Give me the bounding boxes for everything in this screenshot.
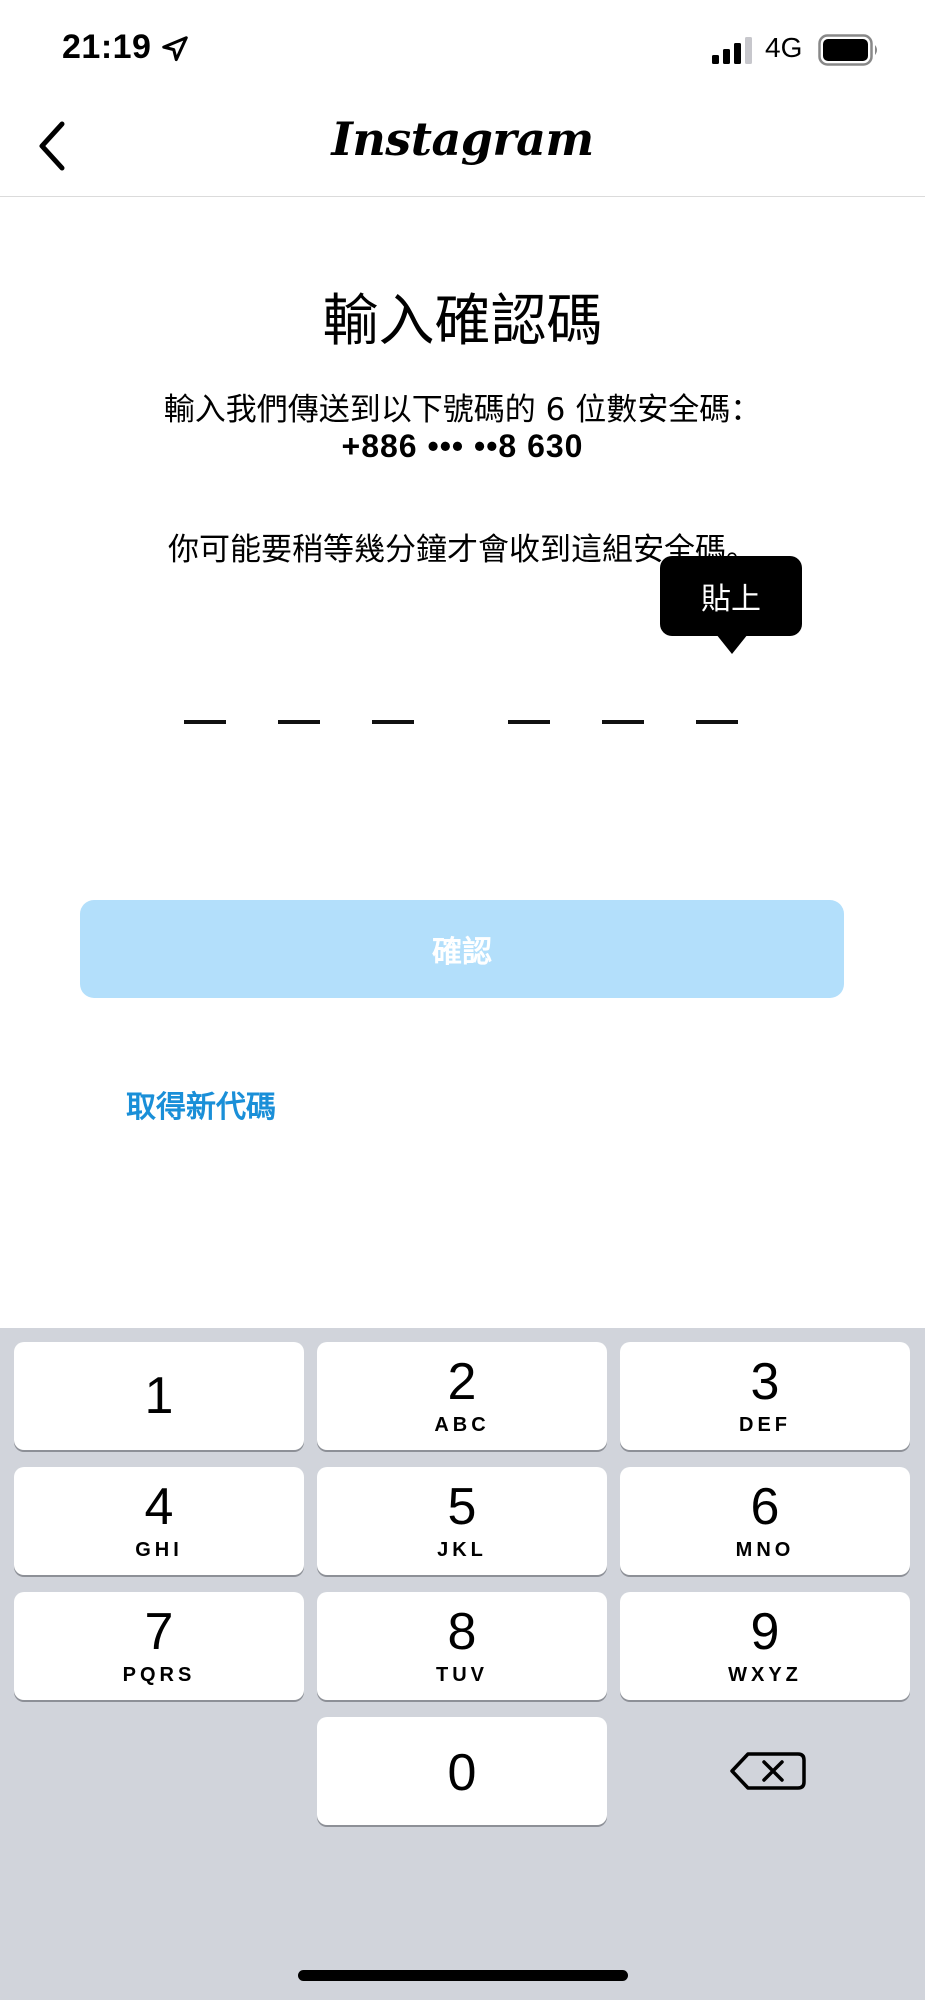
key-letters: TUV: [436, 1664, 488, 1686]
home-indicator: [298, 1970, 628, 1981]
code-digit-slot-4[interactable]: [508, 720, 550, 724]
key-4[interactable]: 4 GHI: [14, 1467, 304, 1575]
page-title: 輸入確認碼: [322, 289, 603, 354]
key-digit: 5: [447, 1478, 477, 1536]
signal-strength-icon: [712, 37, 752, 64]
key-digit: 8: [447, 1603, 477, 1661]
key-digit: 2: [447, 1353, 477, 1411]
code-digit-slot-3[interactable]: [372, 720, 414, 724]
key-7[interactable]: 7 PQRS: [14, 1592, 304, 1700]
code-digit-slot-6[interactable]: [696, 720, 738, 724]
code-digit-slot-1[interactable]: [184, 720, 226, 724]
key-9[interactable]: 9 WXYZ: [620, 1592, 910, 1700]
key-letters: DEF: [739, 1414, 791, 1436]
key-5[interactable]: 5 JKL: [317, 1467, 607, 1575]
masked-phone-number: +886 ••• ••8 630: [341, 428, 584, 464]
key-letters: MNO: [735, 1539, 795, 1561]
status-time: 21:19: [62, 28, 152, 66]
key-digit: 4: [144, 1478, 174, 1536]
code-digit-slot-2[interactable]: [278, 720, 320, 724]
key-0[interactable]: 0: [317, 1717, 607, 1825]
key-1[interactable]: 1: [14, 1342, 304, 1450]
code-digit-slot-5[interactable]: [602, 720, 644, 724]
key-letters: GHI: [135, 1539, 183, 1561]
battery-icon: [818, 34, 877, 66]
paste-tooltip[interactable]: 貼上: [660, 556, 802, 636]
key-digit: 3: [750, 1353, 780, 1411]
key-letters: ABC: [434, 1414, 490, 1436]
key-digit: 9: [750, 1603, 780, 1661]
key-letters: WXYZ: [728, 1664, 802, 1686]
header-divider: [0, 196, 925, 197]
key-digit: 1: [144, 1367, 174, 1425]
network-type: 4G: [765, 32, 803, 63]
key-3[interactable]: 3 DEF: [620, 1342, 910, 1450]
key-8[interactable]: 8 TUV: [317, 1592, 607, 1700]
location-arrow-icon: [162, 36, 188, 62]
get-new-code-link[interactable]: 取得新代碼: [126, 1082, 276, 1126]
tooltip-arrow: [716, 634, 748, 654]
code-description: 輸入我們傳送到以下號碼的 6 位數安全碼：: [163, 392, 762, 428]
key-letters: PQRS: [122, 1664, 196, 1686]
confirm-button[interactable]: 確認: [80, 900, 844, 998]
key-digit: 6: [750, 1478, 780, 1536]
key-digit: 0: [447, 1744, 477, 1802]
backspace-key[interactable]: [720, 1736, 820, 1806]
key-6[interactable]: 6 MNO: [620, 1467, 910, 1575]
key-digit: 7: [144, 1603, 174, 1661]
instagram-logo: Instagram: [331, 112, 594, 166]
key-2[interactable]: 2 ABC: [317, 1342, 607, 1450]
key-letters: JKL: [437, 1539, 487, 1561]
